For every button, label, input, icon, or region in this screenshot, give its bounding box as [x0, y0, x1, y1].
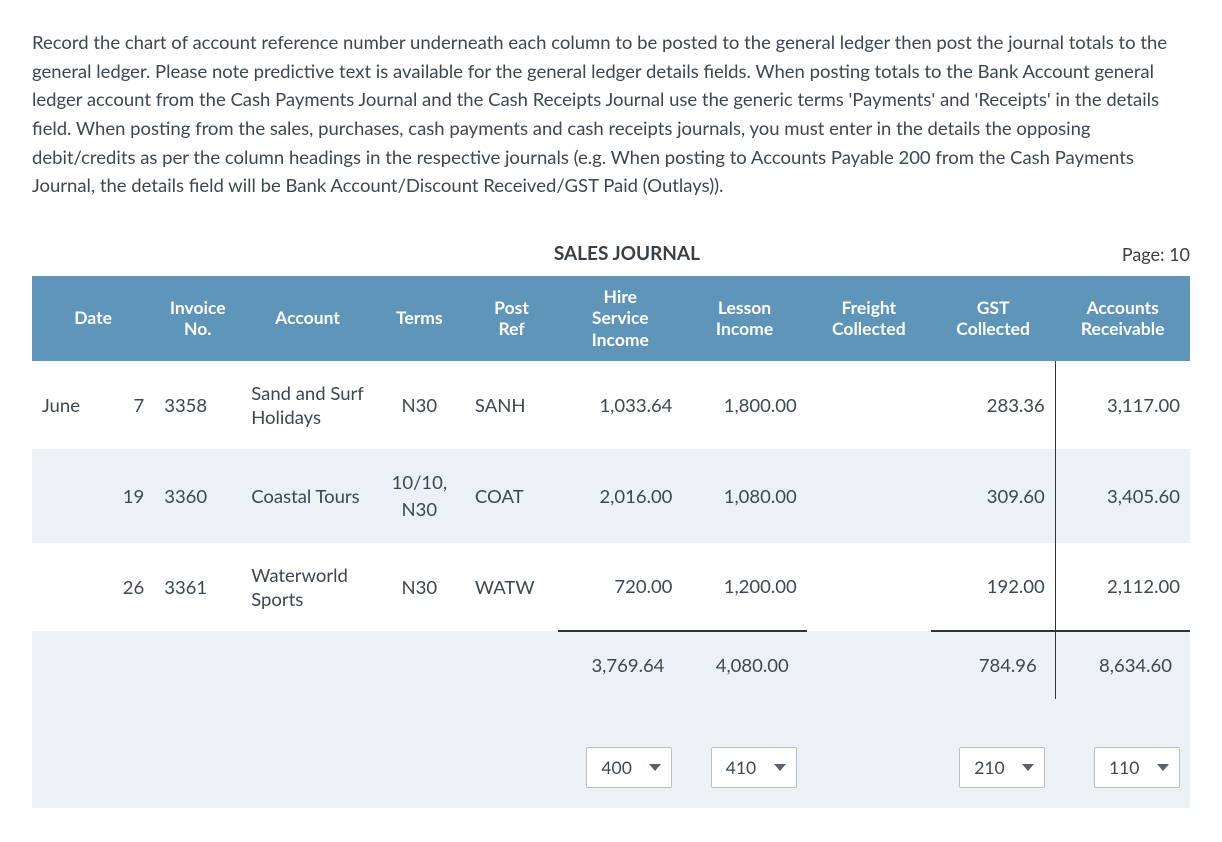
cell-day: 19: [105, 449, 155, 543]
table-row: 26 3361 Waterworld Sports N30 WATW 720.0…: [32, 543, 1190, 631]
cell-invoice-no: 3358: [154, 361, 241, 449]
cell-empty: [374, 631, 465, 699]
sales-journal-table: Date InvoiceNo. Account Terms PostRef Hi…: [32, 276, 1190, 809]
instructions-text: Record the chart of account reference nu…: [32, 28, 1190, 200]
cell-empty: [154, 727, 241, 808]
table-row-spacer: [32, 699, 1190, 727]
col-header-lesson-income: LessonIncome: [682, 276, 806, 362]
cell-empty: [32, 631, 105, 699]
total-freight-collected: [807, 631, 931, 699]
cell-lesson-income: 1,200.00: [682, 543, 806, 631]
cell-terms: N30: [374, 543, 465, 631]
cell-day: 26: [105, 543, 155, 631]
col-header-freight-collected: FreightCollected: [807, 276, 931, 362]
cell-post-ref: SANH: [465, 361, 558, 449]
cell-accounts-receivable: 3,405.60: [1055, 449, 1190, 543]
col-header-accounts-receivable: AccountsReceivable: [1055, 276, 1190, 362]
cell-gst-collected: 192.00: [931, 543, 1055, 631]
cell-gst-collected: 283.36: [931, 361, 1055, 449]
cell-lesson-income: 1,800.00: [682, 361, 806, 449]
cell-empty: [105, 727, 155, 808]
cell-invoice-no: 3361: [154, 543, 241, 631]
ref-select-value: 110: [1109, 755, 1139, 780]
col-header-account: Account: [241, 276, 374, 362]
cell-ref-gst-collected: 210: [931, 727, 1055, 808]
ref-select-value: 410: [726, 755, 756, 780]
total-accounts-receivable: 8,634.60: [1055, 631, 1190, 699]
cell-empty: [154, 631, 241, 699]
journal-heading-row: SALES JOURNAL Page: 10: [32, 240, 1190, 268]
cell-lesson-income: 1,080.00: [682, 449, 806, 543]
cell-hire-income: 1,033.64: [558, 361, 682, 449]
col-header-terms: Terms: [374, 276, 465, 362]
col-header-invoice-no: InvoiceNo.: [154, 276, 241, 362]
cell-gst-collected: 309.60: [931, 449, 1055, 543]
cell-ref-freight-collected: [807, 727, 931, 808]
col-header-hire-service-income: HireServiceIncome: [558, 276, 682, 362]
ref-select-value: 400: [601, 755, 631, 780]
cell-empty: [32, 699, 1190, 727]
table-row-account-refs: 400 410 210 110: [32, 727, 1190, 808]
col-header-gst-collected: GSTCollected: [931, 276, 1055, 362]
cell-month: June: [32, 361, 105, 449]
ref-select-gst-collected[interactable]: 210: [959, 747, 1045, 788]
cell-freight-collected: [807, 361, 931, 449]
cell-empty: [241, 727, 374, 808]
cell-day: 7: [105, 361, 155, 449]
cell-empty: [105, 631, 155, 699]
cell-hire-income: 2,016.00: [558, 449, 682, 543]
ref-select-lesson-income[interactable]: 410: [711, 747, 797, 788]
col-header-date: Date: [32, 276, 154, 362]
ref-select-value: 210: [974, 755, 1004, 780]
cell-terms: 10/10, N30: [374, 449, 465, 543]
chevron-down-icon: [1022, 764, 1034, 771]
col-header-post-ref: PostRef: [465, 276, 558, 362]
chevron-down-icon: [774, 764, 786, 771]
cell-account: Waterworld Sports: [241, 543, 374, 631]
cell-ref-accounts-receivable: 110: [1055, 727, 1190, 808]
cell-empty: [374, 727, 465, 808]
cell-empty: [465, 727, 558, 808]
cell-accounts-receivable: 2,112.00: [1055, 543, 1190, 631]
journal-title: SALES JOURNAL: [32, 240, 1122, 268]
table-header-row: Date InvoiceNo. Account Terms PostRef Hi…: [32, 276, 1190, 362]
cell-account: Sand and Surf Holidays: [241, 361, 374, 449]
cell-invoice-no: 3360: [154, 449, 241, 543]
cell-month: [32, 543, 105, 631]
cell-post-ref: WATW: [465, 543, 558, 631]
table-row-totals: 3,769.64 4,080.00 784.96 8,634.60: [32, 631, 1190, 699]
total-gst-collected: 784.96: [931, 631, 1055, 699]
cell-empty: [32, 727, 105, 808]
cell-ref-hire-income: 400: [558, 727, 682, 808]
cell-accounts-receivable: 3,117.00: [1055, 361, 1190, 449]
cell-post-ref: COAT: [465, 449, 558, 543]
table-row: June 7 3358 Sand and Surf Holidays N30 S…: [32, 361, 1190, 449]
cell-empty: [241, 631, 374, 699]
cell-freight-collected: [807, 449, 931, 543]
cell-account: Coastal Tours: [241, 449, 374, 543]
ref-select-hire-income[interactable]: 400: [586, 747, 672, 788]
cell-hire-income: 720.00: [558, 543, 682, 631]
journal-page-label: Page: 10: [1122, 241, 1190, 267]
cell-month: [32, 449, 105, 543]
chevron-down-icon: [649, 764, 661, 771]
total-lesson-income: 4,080.00: [682, 631, 806, 699]
table-row: 19 3360 Coastal Tours 10/10, N30 COAT 2,…: [32, 449, 1190, 543]
cell-freight-collected: [807, 543, 931, 631]
total-hire-income: 3,769.64: [558, 631, 682, 699]
cell-empty: [465, 631, 558, 699]
cell-ref-lesson-income: 410: [682, 727, 806, 808]
chevron-down-icon: [1157, 764, 1169, 771]
cell-terms: N30: [374, 361, 465, 449]
ref-select-accounts-receivable[interactable]: 110: [1094, 747, 1180, 788]
